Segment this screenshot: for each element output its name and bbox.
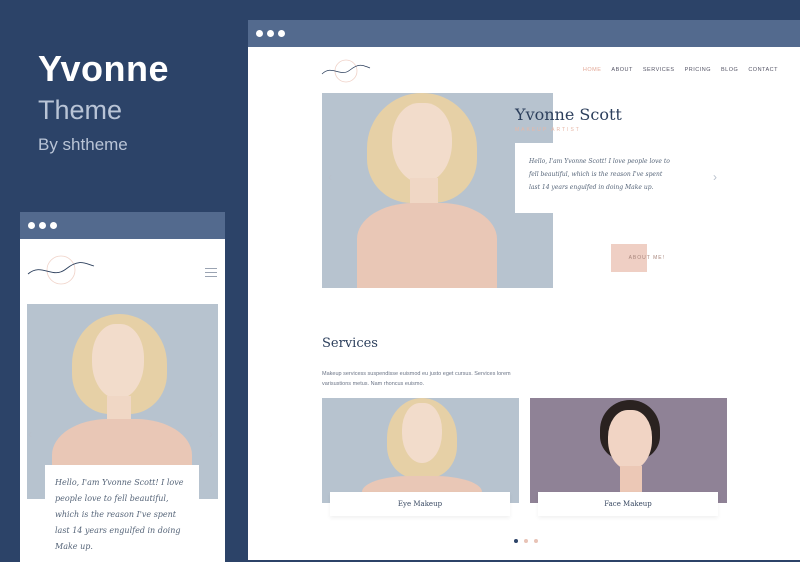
nav-about[interactable]: ABOUT [611, 67, 632, 73]
carousel-pager [514, 539, 538, 543]
hero-quote: Hello, I'am Yvonne Scott! I love people … [515, 143, 685, 213]
mobile-window: ‹ › Hello, I'am Yvonne Scott! I love peo… [20, 212, 225, 562]
nav-contact[interactable]: CONTACT [748, 67, 778, 73]
main-nav: HOME ABOUT SERVICES PRICING BLOG CONTACT [583, 67, 778, 73]
window-dot [267, 30, 274, 37]
promo-subtitle: Theme [38, 95, 123, 125]
menu-icon[interactable] [205, 268, 217, 280]
about-me-button[interactable]: ABOUT ME! [611, 244, 664, 272]
promo-byline: By shtheme [38, 135, 128, 154]
nav-blog[interactable]: BLOG [721, 67, 738, 73]
desktop-titlebar [248, 20, 800, 47]
window-dot [256, 30, 263, 37]
hero-role: MAKEUP ARTIST [515, 127, 581, 133]
logo[interactable] [26, 254, 96, 286]
service-card-photo[interactable] [322, 398, 519, 503]
mobile-titlebar [20, 212, 225, 239]
nav-home[interactable]: HOME [583, 67, 602, 73]
pager-dot[interactable] [524, 539, 528, 543]
promo-title: Yvonne [38, 48, 170, 89]
services-text: Makeup servicess suspendisse euismod eu … [322, 371, 511, 387]
service-card-label[interactable]: Eye Makeup [330, 492, 510, 516]
service-card-photo[interactable] [530, 398, 727, 503]
window-dot [278, 30, 285, 37]
window-dot [39, 222, 46, 229]
window-dot [50, 222, 57, 229]
hero-next-arrow[interactable]: › [713, 170, 717, 184]
logo[interactable] [320, 58, 372, 84]
desktop-window: HOME ABOUT SERVICES PRICING BLOG CONTACT… [248, 20, 800, 560]
mobile-next-arrow[interactable]: › [209, 427, 213, 441]
pager-dot[interactable] [534, 539, 538, 543]
nav-pricing[interactable]: PRICING [685, 67, 711, 73]
service-card-label[interactable]: Face Makeup [538, 492, 718, 516]
pager-dot[interactable] [514, 539, 518, 543]
mobile-prev-arrow[interactable]: ‹ [28, 427, 32, 441]
hero-prev-arrow[interactable]: ‹ [328, 170, 332, 184]
nav-services[interactable]: SERVICES [643, 67, 675, 73]
hero-name: Yvonne Scott [515, 105, 622, 124]
mobile-hero-quote: Hello, I'am Yvonne Scott! I love people … [45, 465, 199, 562]
services-title: Services [322, 336, 378, 351]
about-me-label: ABOUT ME! [628, 255, 665, 261]
window-dot [28, 222, 35, 229]
